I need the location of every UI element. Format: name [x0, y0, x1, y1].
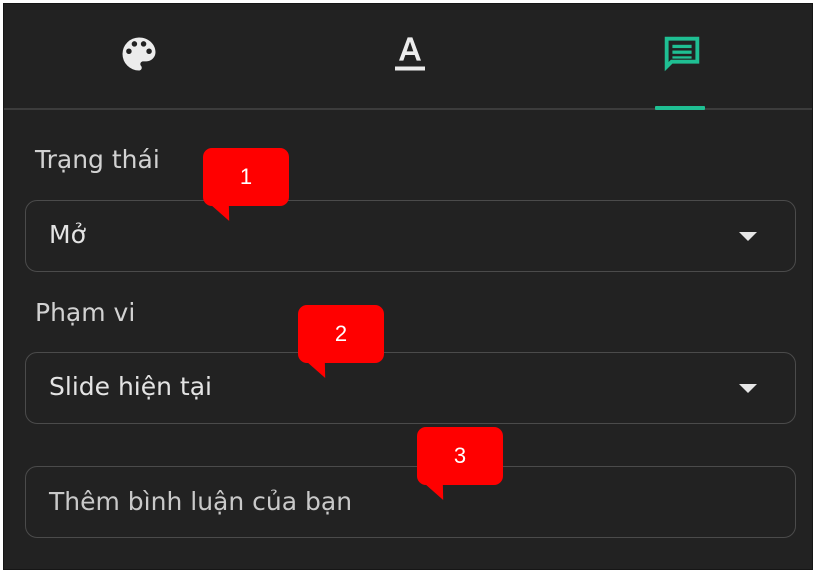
scope-select[interactable]: Slide hiện tại — [25, 352, 796, 424]
status-select[interactable]: Mở — [25, 200, 796, 272]
comment-icon — [659, 31, 705, 81]
tab-palette[interactable] — [84, 4, 194, 108]
scope-label: Phạm vi — [35, 298, 136, 327]
callout-1: 1 — [203, 148, 289, 206]
status-label: Trạng thái — [35, 145, 160, 174]
palette-icon — [117, 32, 161, 80]
callout-3: 3 — [417, 427, 503, 485]
tab-text-format[interactable] — [355, 4, 465, 108]
status-value: Mở — [49, 220, 86, 249]
callout-2: 2 — [298, 305, 384, 363]
chevron-down-icon — [739, 384, 757, 393]
tab-bar — [4, 4, 812, 110]
chevron-down-icon — [739, 232, 757, 241]
scope-value: Slide hiện tại — [49, 372, 212, 401]
text-format-icon — [390, 32, 430, 80]
tab-comments[interactable] — [627, 4, 737, 110]
comment-input[interactable]: Thêm bình luận của bạn — [25, 466, 796, 538]
active-tab-indicator — [655, 106, 705, 110]
comment-placeholder: Thêm bình luận của bạn — [49, 487, 353, 516]
comments-panel: Trạng thái Mở Phạm vi Slide hiện tại Thê… — [3, 3, 813, 570]
